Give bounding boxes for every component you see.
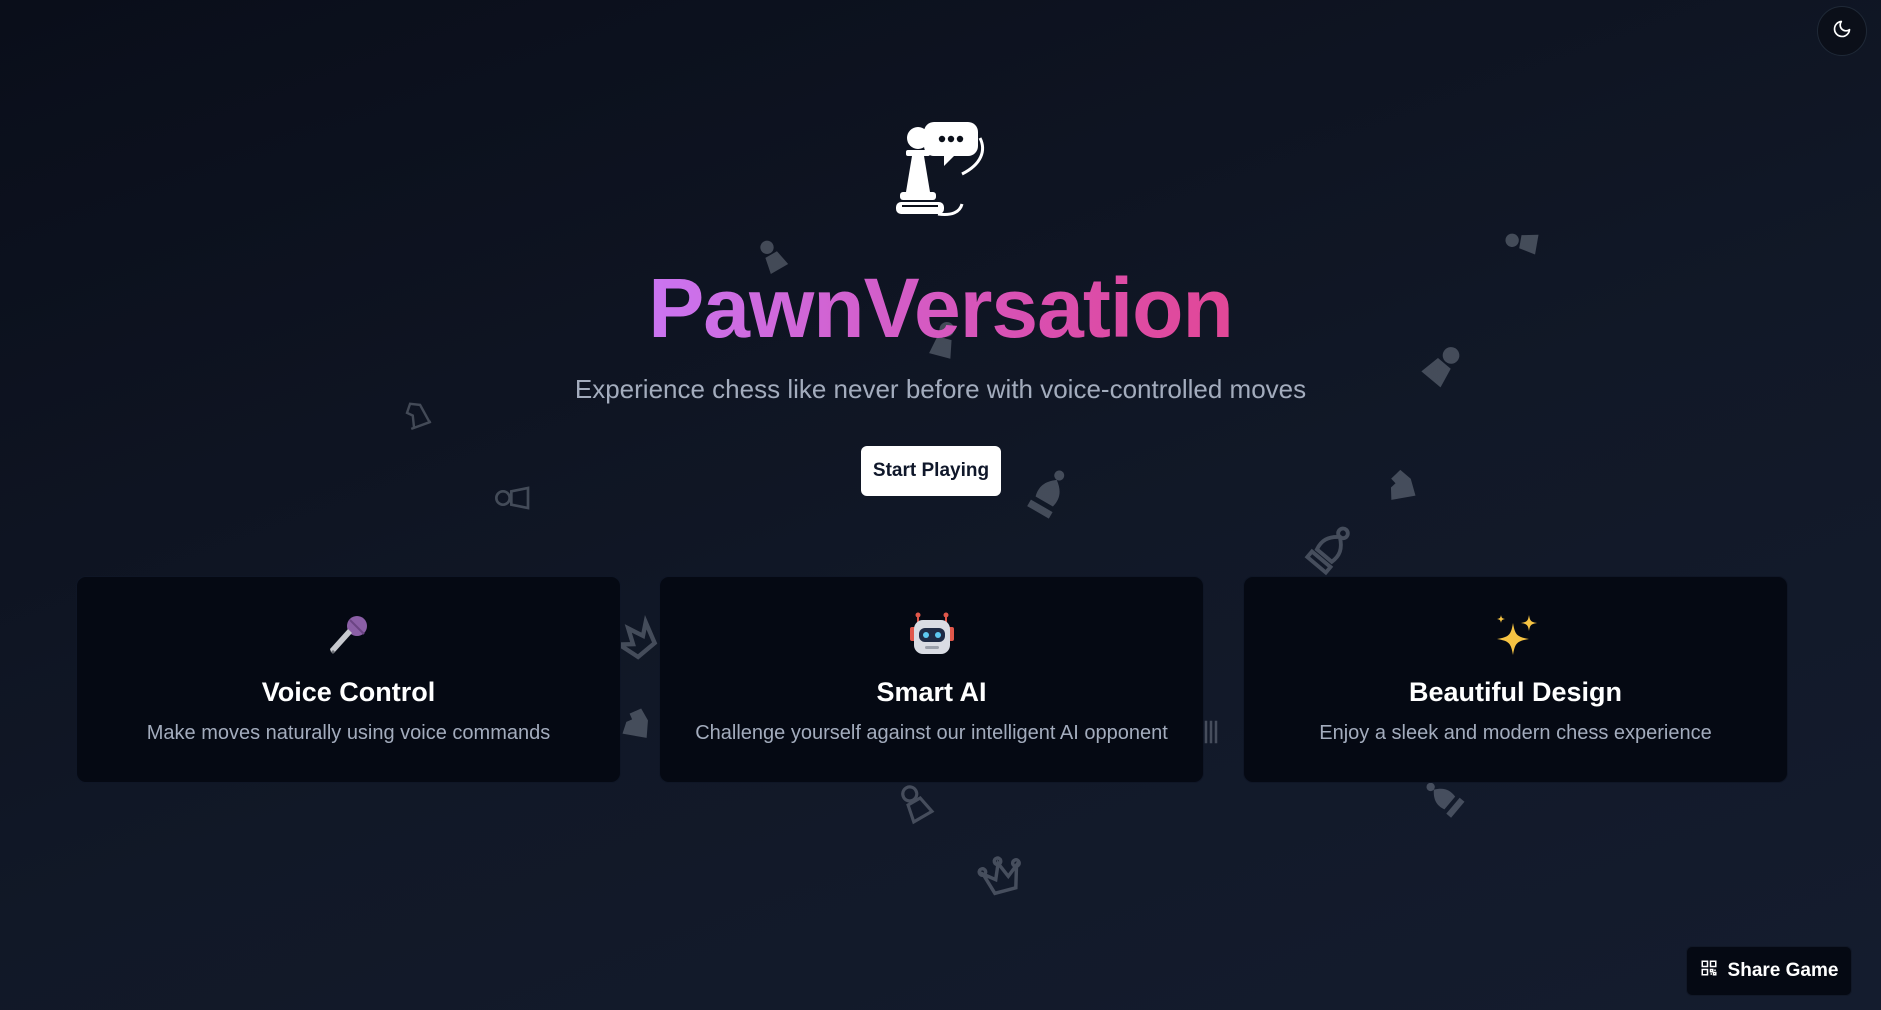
- feature-title: Beautiful Design: [1408, 677, 1623, 707]
- floating-pawn-outline-icon: [493, 475, 533, 521]
- page-subtitle: Experience chess like never before with …: [574, 374, 1307, 404]
- floating-queen-outline-icon: [970, 846, 1034, 910]
- feature-card-beautiful-design: Beautiful Design Enjoy a sleek and moder…: [1243, 576, 1788, 783]
- feature-title: Smart AI: [876, 677, 987, 707]
- qr-code-icon: [1700, 959, 1718, 983]
- microphone-icon: [77, 611, 620, 661]
- page-title: PawnVersation: [0, 262, 1881, 354]
- feature-card-smart-ai: Smart AI Challenge yourself against our …: [659, 576, 1204, 783]
- feature-card-voice-control: Voice Control Make moves naturally using…: [76, 576, 621, 783]
- feature-title: Voice Control: [261, 677, 436, 707]
- feature-description: Enjoy a sleek and modern chess experienc…: [1319, 722, 1712, 744]
- feature-description: Challenge yourself against our intellige…: [695, 722, 1168, 744]
- share-game-button[interactable]: Share Game: [1686, 946, 1852, 996]
- floating-pawn-icon: [1498, 217, 1545, 267]
- start-playing-button[interactable]: Start Playing: [861, 446, 1001, 496]
- robot-icon: [660, 611, 1203, 661]
- share-game-label: Share Game: [1727, 960, 1839, 981]
- floating-bishop-icon: [1005, 450, 1092, 541]
- pawn-speech-bubble-icon: [888, 110, 988, 225]
- theme-toggle-button[interactable]: [1817, 6, 1867, 56]
- feature-description: Make moves naturally using voice command…: [146, 722, 551, 744]
- floating-knight-icon: [1376, 459, 1425, 510]
- moon-icon: [1832, 19, 1852, 44]
- sparkles-icon: [1244, 611, 1787, 661]
